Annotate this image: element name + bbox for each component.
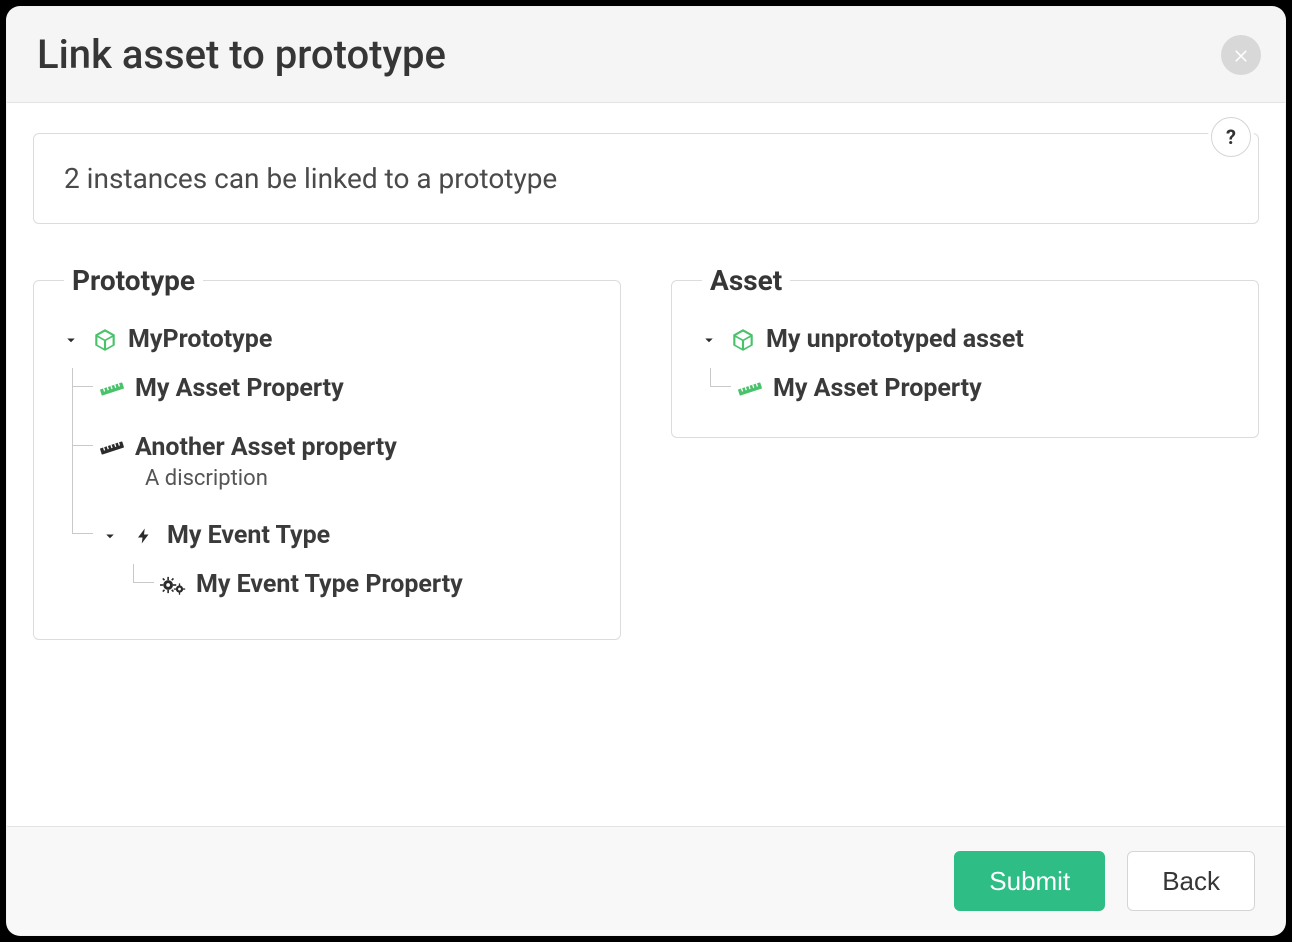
- bolt-icon: [131, 523, 157, 549]
- ruler-icon: [737, 376, 763, 402]
- notice-text: 2 instances can be linked to a prototype: [33, 133, 1259, 224]
- cube-icon: [730, 327, 756, 353]
- close-icon: [1232, 46, 1250, 64]
- node-label: My Asset Property: [773, 374, 982, 403]
- chevron-down-icon[interactable]: [99, 525, 121, 547]
- children: My Asset Property Another Asset property: [72, 368, 594, 611]
- modal-title: Link asset to prototype: [37, 31, 446, 78]
- tree-node[interactable]: Another Asset property A discription: [73, 427, 594, 497]
- back-button[interactable]: Back: [1127, 851, 1255, 911]
- prototype-panel: Prototype MyPrototype: [33, 264, 621, 640]
- chevron-down-icon[interactable]: [698, 329, 720, 351]
- node-label: MyPrototype: [128, 325, 272, 354]
- node-description: A discription: [145, 466, 594, 491]
- tree-node[interactable]: My Asset Property: [711, 368, 1232, 409]
- gears-icon: [160, 572, 186, 598]
- tree-node[interactable]: My Event Type: [73, 515, 594, 611]
- children: My Event Type Property: [133, 564, 594, 605]
- node-label: Another Asset property: [135, 433, 397, 462]
- cube-icon: [92, 327, 118, 353]
- modal-body: 2 instances can be linked to a prototype…: [7, 103, 1285, 826]
- asset-legend: Asset: [702, 264, 790, 297]
- ruler-icon: [99, 435, 125, 461]
- children: My Asset Property: [710, 368, 1232, 409]
- prototype-legend: Prototype: [64, 264, 203, 297]
- panels: Prototype MyPrototype: [33, 264, 1259, 640]
- prototype-tree: MyPrototype My Asset Property: [60, 325, 594, 611]
- modal-footer: Submit Back: [7, 826, 1285, 935]
- tree-node-prototype-root[interactable]: MyPrototype My Asset Property: [60, 325, 594, 611]
- modal-header: Link asset to prototype: [7, 7, 1285, 103]
- tree-node[interactable]: My Event Type Property: [134, 564, 594, 605]
- tree-node-asset-root[interactable]: My unprototyped asset My Asset Property: [698, 325, 1232, 409]
- node-label: My Event Type: [167, 521, 330, 550]
- help-button[interactable]: ?: [1211, 117, 1251, 157]
- submit-button[interactable]: Submit: [954, 851, 1105, 911]
- chevron-down-icon[interactable]: [60, 329, 82, 351]
- node-label: My unprototyped asset: [766, 325, 1024, 354]
- node-label: My Asset Property: [135, 374, 344, 403]
- node-label: My Event Type Property: [196, 570, 463, 599]
- close-button[interactable]: [1221, 35, 1261, 75]
- asset-tree: My unprototyped asset My Asset Property: [698, 325, 1232, 409]
- asset-panel: Asset My unprototyped asset: [671, 264, 1259, 438]
- link-asset-modal: Link asset to prototype 2 instances can …: [6, 6, 1286, 936]
- tree-node[interactable]: My Asset Property: [73, 368, 594, 409]
- notice-region: 2 instances can be linked to a prototype…: [33, 133, 1259, 224]
- ruler-icon: [99, 376, 125, 402]
